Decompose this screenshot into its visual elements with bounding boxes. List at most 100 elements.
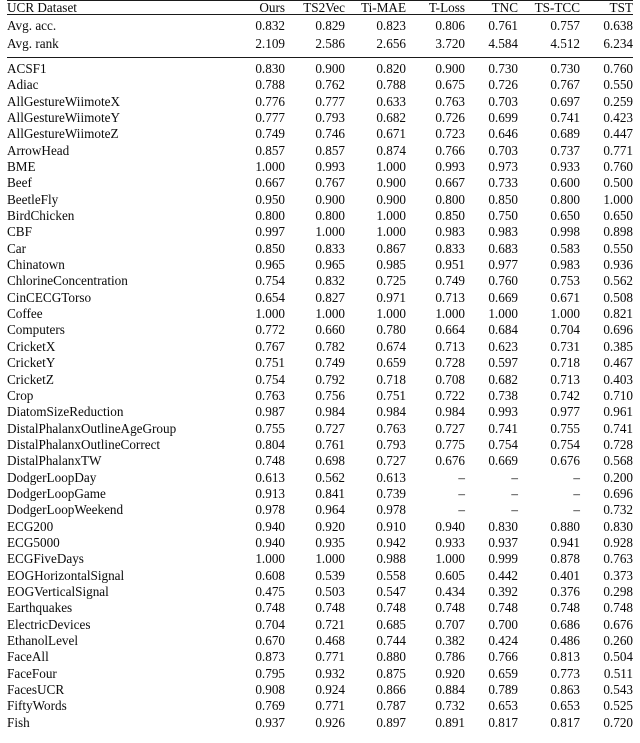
score-cell: 0.562 <box>603 273 633 289</box>
score-cell: 0.727 <box>435 420 465 436</box>
score-cell: 0.766 <box>435 142 465 158</box>
score-cell: 0.940 <box>255 534 285 550</box>
score-cell: 0.795 <box>255 665 285 681</box>
dataset-name-cell: DistalPhalanxTW <box>7 453 102 469</box>
column-header-ucr-dataset: UCR Dataset <box>7 0 77 15</box>
dataset-name-cell: AllGestureWiimoteZ <box>7 126 119 142</box>
dataset-name-cell: FaceAll <box>7 649 49 665</box>
score-cell: 0.782 <box>315 338 345 354</box>
score-cell: 0.550 <box>603 240 633 256</box>
score-cell: 0.748 <box>550 600 580 616</box>
score-cell: 0.757 <box>550 18 580 34</box>
score-cell: 0.613 <box>255 469 285 485</box>
score-cell: 0.718 <box>550 355 580 371</box>
score-cell: 0.829 <box>315 18 345 34</box>
table-row: Chinatown 0.965 0.965 0.985 0.951 0.977 0.983 0… <box>7 258 633 274</box>
score-cell: – <box>458 485 465 501</box>
score-cell: 0.754 <box>550 436 580 452</box>
score-cell: 0.741 <box>550 110 580 126</box>
column-header-ti-mae: Ti-MAE <box>361 0 406 15</box>
dataset-name-cell: CBF <box>7 224 32 240</box>
dataset-name-cell: ElectricDevices <box>7 616 91 632</box>
score-cell: 0.667 <box>435 175 465 191</box>
score-cell: 0.749 <box>255 126 285 142</box>
score-cell: 0.787 <box>376 698 406 714</box>
score-cell: 0.696 <box>603 485 633 501</box>
score-cell: 0.833 <box>435 240 465 256</box>
dataset-name-cell: Adiac <box>7 77 39 93</box>
score-cell: 0.683 <box>488 240 518 256</box>
dataset-name-cell: ECGFiveDays <box>7 551 84 567</box>
table-row: EOGHorizontalSignal 0.608 0.539 0.558 0.605 0… <box>7 567 633 585</box>
score-cell: 0.937 <box>255 714 285 730</box>
score-cell: 0.926 <box>315 714 345 730</box>
score-cell: 0.760 <box>603 159 633 175</box>
score-cell: 0.804 <box>255 436 285 452</box>
score-cell: 0.873 <box>255 649 285 665</box>
score-cell: 0.863 <box>550 682 580 698</box>
score-cell: 0.259 <box>603 93 633 109</box>
score-cell: 0.738 <box>488 387 518 403</box>
score-cell: 0.732 <box>603 502 633 518</box>
score-cell: 0.742 <box>550 387 580 403</box>
score-cell: 0.746 <box>315 126 345 142</box>
table-row: Crop 0.763 0.756 0.751 0.722 0.738 0.742 0.710 <box>7 389 633 405</box>
score-cell: 0.971 <box>376 289 406 305</box>
score-cell: 0.727 <box>315 420 345 436</box>
score-cell: 0.401 <box>550 567 580 583</box>
score-cell: 0.936 <box>603 257 633 273</box>
score-cell: 0.568 <box>603 453 633 469</box>
score-cell: 0.763 <box>376 420 406 436</box>
dataset-name-cell: Chinatown <box>7 257 65 273</box>
table-row: BME 1.000 0.993 1.000 0.993 0.973 0.933 0.760 <box>7 160 633 176</box>
score-cell: – <box>573 502 580 518</box>
table-row: ECGFiveDays 1.000 1.000 0.988 1.000 0.999 0.87… <box>7 552 633 568</box>
dataset-name-cell: DistalPhalanxOutlineAgeGroup <box>7 420 177 436</box>
score-cell: 0.500 <box>603 175 633 191</box>
score-cell: 0.900 <box>435 60 465 76</box>
score-cell: 0.733 <box>488 175 518 191</box>
score-cell: 4.512 <box>550 35 580 51</box>
table-row: Car 0.850 0.833 0.867 0.833 0.683 0.583 0.550 <box>7 242 633 258</box>
score-cell: 0.748 <box>255 453 285 469</box>
score-cell: 0.713 <box>435 338 465 354</box>
score-cell: 0.748 <box>376 600 406 616</box>
score-cell: 0.935 <box>315 534 345 550</box>
column-header-t-loss: T-Loss <box>428 0 465 15</box>
score-cell: 0.866 <box>376 682 406 698</box>
score-cell: 0.821 <box>603 306 633 322</box>
score-cell: 0.605 <box>435 567 465 583</box>
score-cell: 1.000 <box>376 224 406 240</box>
score-cell: 1.000 <box>315 306 345 322</box>
score-cell: 0.850 <box>435 208 465 224</box>
dataset-name-cell: Fish <box>7 714 30 730</box>
dataset-name-cell: BeetleFly <box>7 191 59 207</box>
score-cell: 0.789 <box>488 682 518 698</box>
table-row: Fish 0.937 0.926 0.897 0.891 0.817 0.817 0.720 <box>7 714 633 732</box>
score-cell: 0.761 <box>488 18 518 34</box>
table-row: BirdChicken 0.800 0.800 1.000 0.850 0.750 0.65… <box>7 209 633 225</box>
score-cell: 0.767 <box>550 77 580 93</box>
score-cell: 0.703 <box>488 93 518 109</box>
score-cell: 0.830 <box>255 60 285 76</box>
dataset-name-cell: Avg. acc. <box>7 18 57 34</box>
dataset-name-cell: FaceFour <box>7 665 57 681</box>
score-cell: 0.748 <box>488 600 518 616</box>
score-cell: 0.950 <box>255 191 285 207</box>
score-cell: 0.884 <box>435 682 465 698</box>
table-header-row: UCR Dataset Ours TS2Vec Ti-MAE T-Loss TNC TS-T… <box>7 1 633 15</box>
score-cell: 0.748 <box>603 600 633 616</box>
table-row: ECG5000 0.940 0.935 0.942 0.933 0.937 0.941 0.9… <box>7 536 633 552</box>
score-cell: 0.654 <box>255 289 285 305</box>
column-header-ours: Ours <box>259 0 285 15</box>
column-header-ts2vec: TS2Vec <box>303 0 345 15</box>
score-cell: 0.423 <box>603 110 633 126</box>
dataset-name-cell: CricketZ <box>7 371 54 387</box>
score-cell: 0.682 <box>376 110 406 126</box>
table-row: EOGVerticalSignal 0.475 0.503 0.547 0.434 0.3… <box>7 585 633 601</box>
score-cell: 0.763 <box>603 551 633 567</box>
score-cell: 0.731 <box>550 338 580 354</box>
score-cell: 0.913 <box>255 485 285 501</box>
table-row: AllGestureWiimoteX 0.776 0.777 0.633 0.763 0.… <box>7 93 633 111</box>
score-cell: 0.880 <box>550 518 580 534</box>
